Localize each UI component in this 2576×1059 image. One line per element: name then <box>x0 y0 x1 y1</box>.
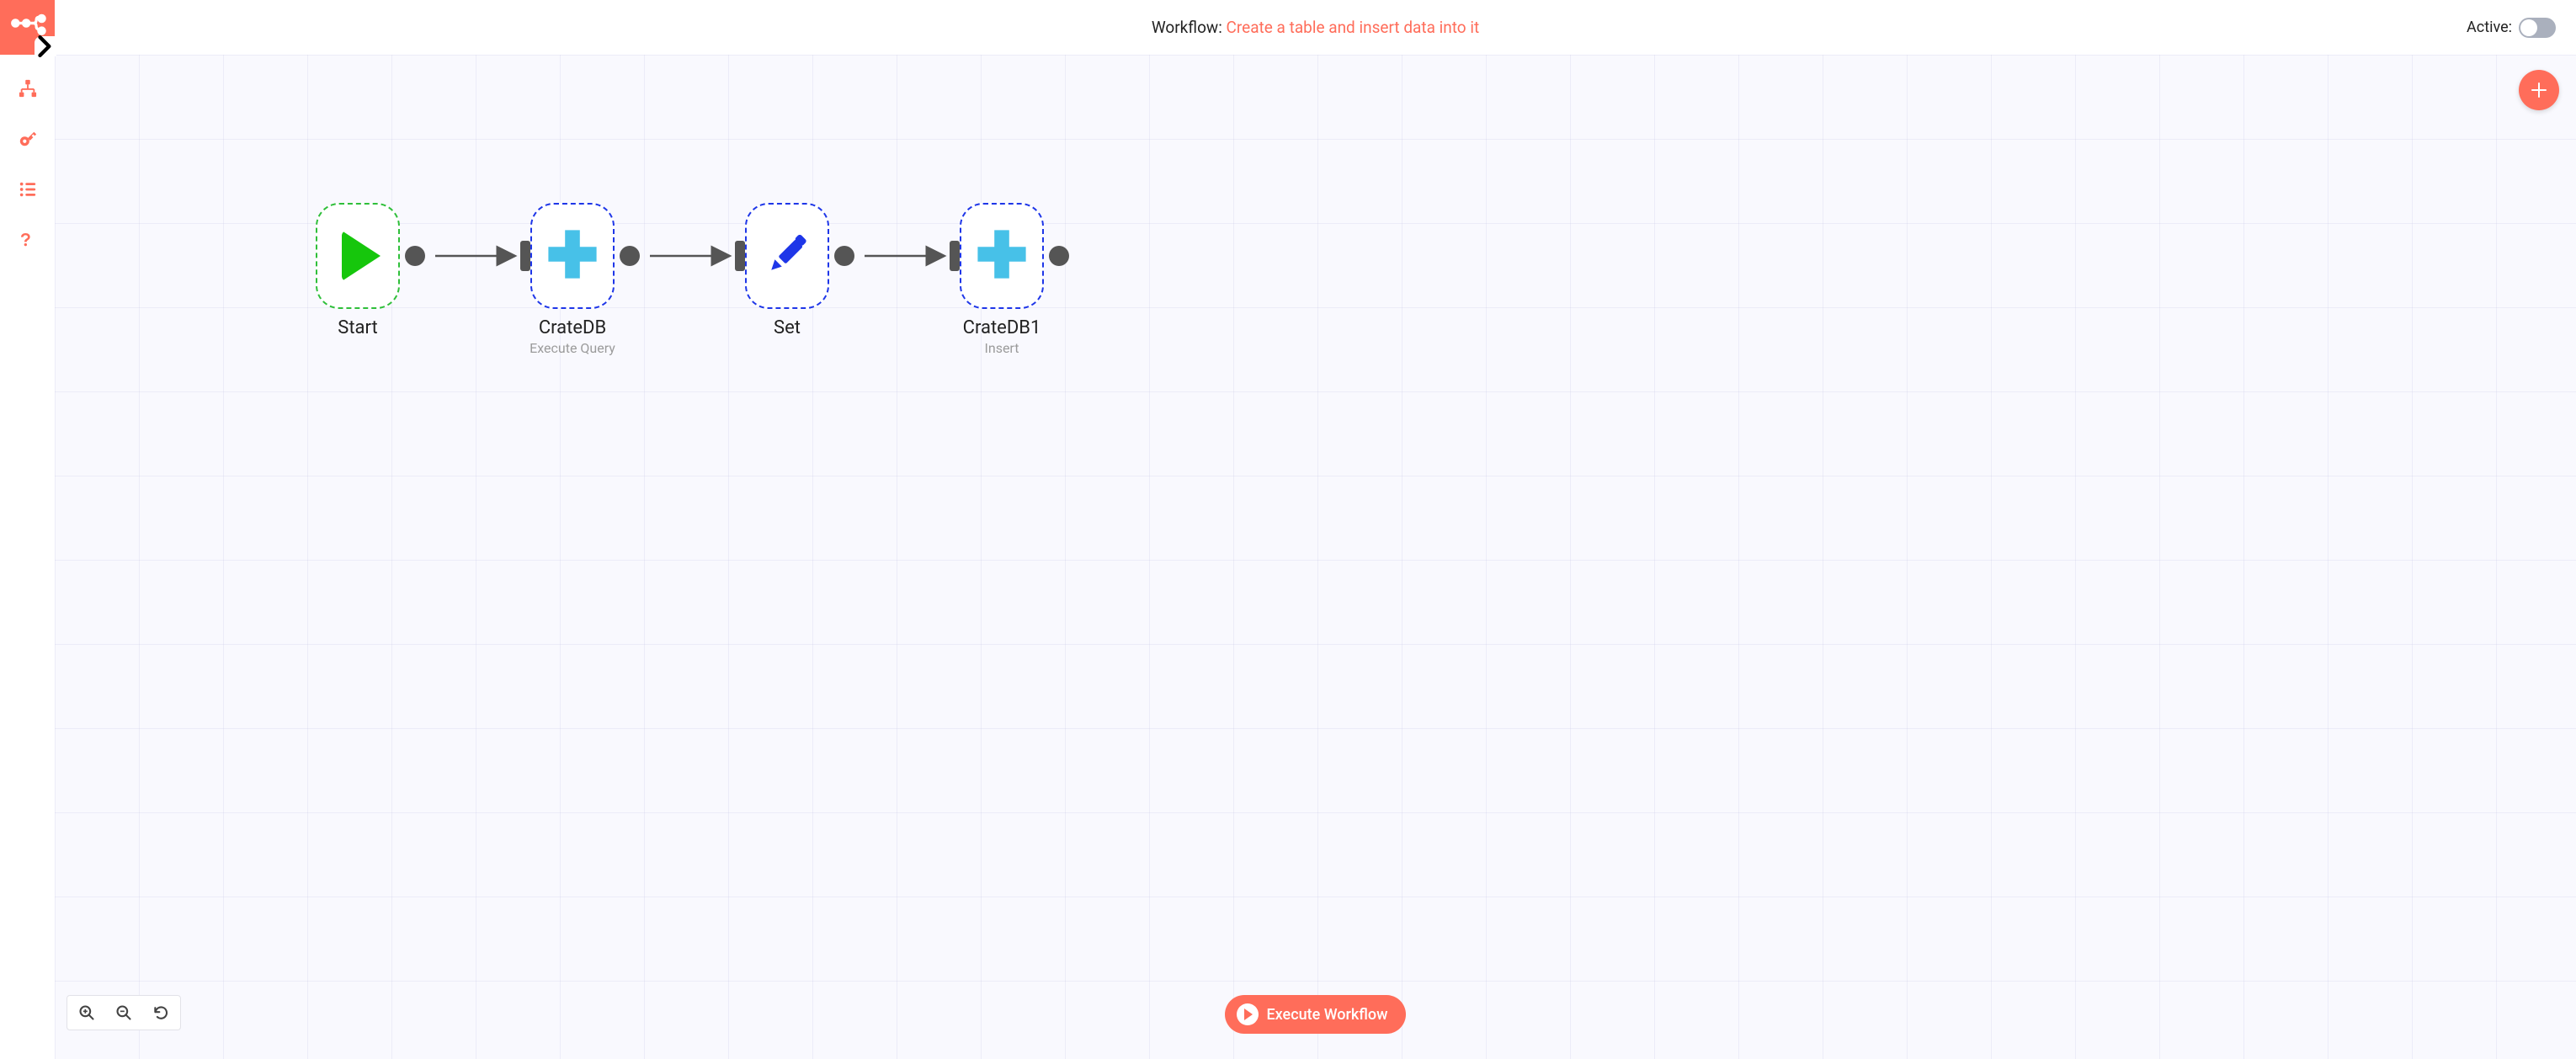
app-logo <box>0 0 55 55</box>
sidebar-expand-button[interactable] <box>35 36 56 56</box>
output-port[interactable] <box>405 246 425 266</box>
sidebar-item-workflows[interactable] <box>18 78 38 98</box>
node-label: Start <box>338 317 377 338</box>
input-port[interactable] <box>735 241 745 271</box>
active-label: Active: <box>2467 19 2512 36</box>
play-icon <box>342 231 381 281</box>
pencil-icon <box>766 233 808 279</box>
node-box[interactable] <box>530 203 615 309</box>
output-port[interactable] <box>620 246 640 266</box>
zoom-in-button[interactable] <box>71 999 103 1026</box>
sidebar-item-credentials[interactable] <box>18 129 38 149</box>
topbar-right: Active: <box>2467 0 2556 55</box>
input-port[interactable] <box>950 241 960 271</box>
workflow-title-prefix: Workflow: <box>1152 18 1227 37</box>
node-box[interactable] <box>745 203 829 309</box>
canvas-tools <box>67 995 181 1030</box>
execute-workflow-label: Execute Workflow <box>1267 1006 1388 1024</box>
plus-icon <box>2529 80 2549 100</box>
workflow-title-name[interactable]: Create a table and insert data into it <box>1227 18 1480 37</box>
node-label: CrateDB <box>539 317 606 338</box>
active-toggle[interactable] <box>2519 18 2556 38</box>
output-port[interactable] <box>834 246 854 266</box>
toggle-knob <box>2520 19 2537 36</box>
list-icon <box>19 180 37 199</box>
zoom-out-button[interactable] <box>108 999 140 1026</box>
question-icon <box>21 230 35 250</box>
execute-workflow-button[interactable]: Execute Workflow <box>1225 995 1407 1034</box>
node-sublabel: Insert <box>985 340 1019 356</box>
connection-wires <box>55 55 2576 1059</box>
zoom-out-icon <box>115 1004 132 1021</box>
node-start[interactable]: Start <box>303 203 412 338</box>
add-node-button[interactable] <box>2519 70 2559 110</box>
sidebar-item-help[interactable] <box>18 230 38 250</box>
play-circle-icon <box>1237 1003 1259 1025</box>
cratedb-icon <box>974 226 1030 285</box>
node-label: Set <box>774 317 801 338</box>
workflow-canvas[interactable]: Start CrateDB Execute Query Set CrateDB1 Inse… <box>55 55 2576 1059</box>
workflow-title: Workflow: Create a table and insert data… <box>55 18 2576 37</box>
sitemap-icon <box>19 79 37 98</box>
undo-icon <box>152 1004 169 1021</box>
input-port[interactable] <box>520 241 530 271</box>
sidebar-item-executions[interactable] <box>18 179 38 200</box>
topbar: Workflow: Create a table and insert data… <box>55 0 2576 55</box>
node-sublabel: Execute Query <box>530 340 615 356</box>
node-box[interactable] <box>960 203 1044 309</box>
key-icon <box>19 130 37 148</box>
cratedb-icon <box>545 226 600 285</box>
node-cratedb[interactable]: CrateDB Execute Query <box>518 203 627 356</box>
sidebar-nav <box>18 78 38 250</box>
node-box[interactable] <box>316 203 400 309</box>
chevron-right-icon <box>35 28 56 65</box>
node-cratedb1[interactable]: CrateDB1 Insert <box>947 203 1056 356</box>
sidebar <box>0 0 55 1059</box>
node-label: CrateDB1 <box>963 317 1041 338</box>
reset-view-button[interactable] <box>145 999 177 1026</box>
output-port[interactable] <box>1049 246 1069 266</box>
node-set[interactable]: Set <box>732 203 842 338</box>
zoom-in-icon <box>78 1004 95 1021</box>
